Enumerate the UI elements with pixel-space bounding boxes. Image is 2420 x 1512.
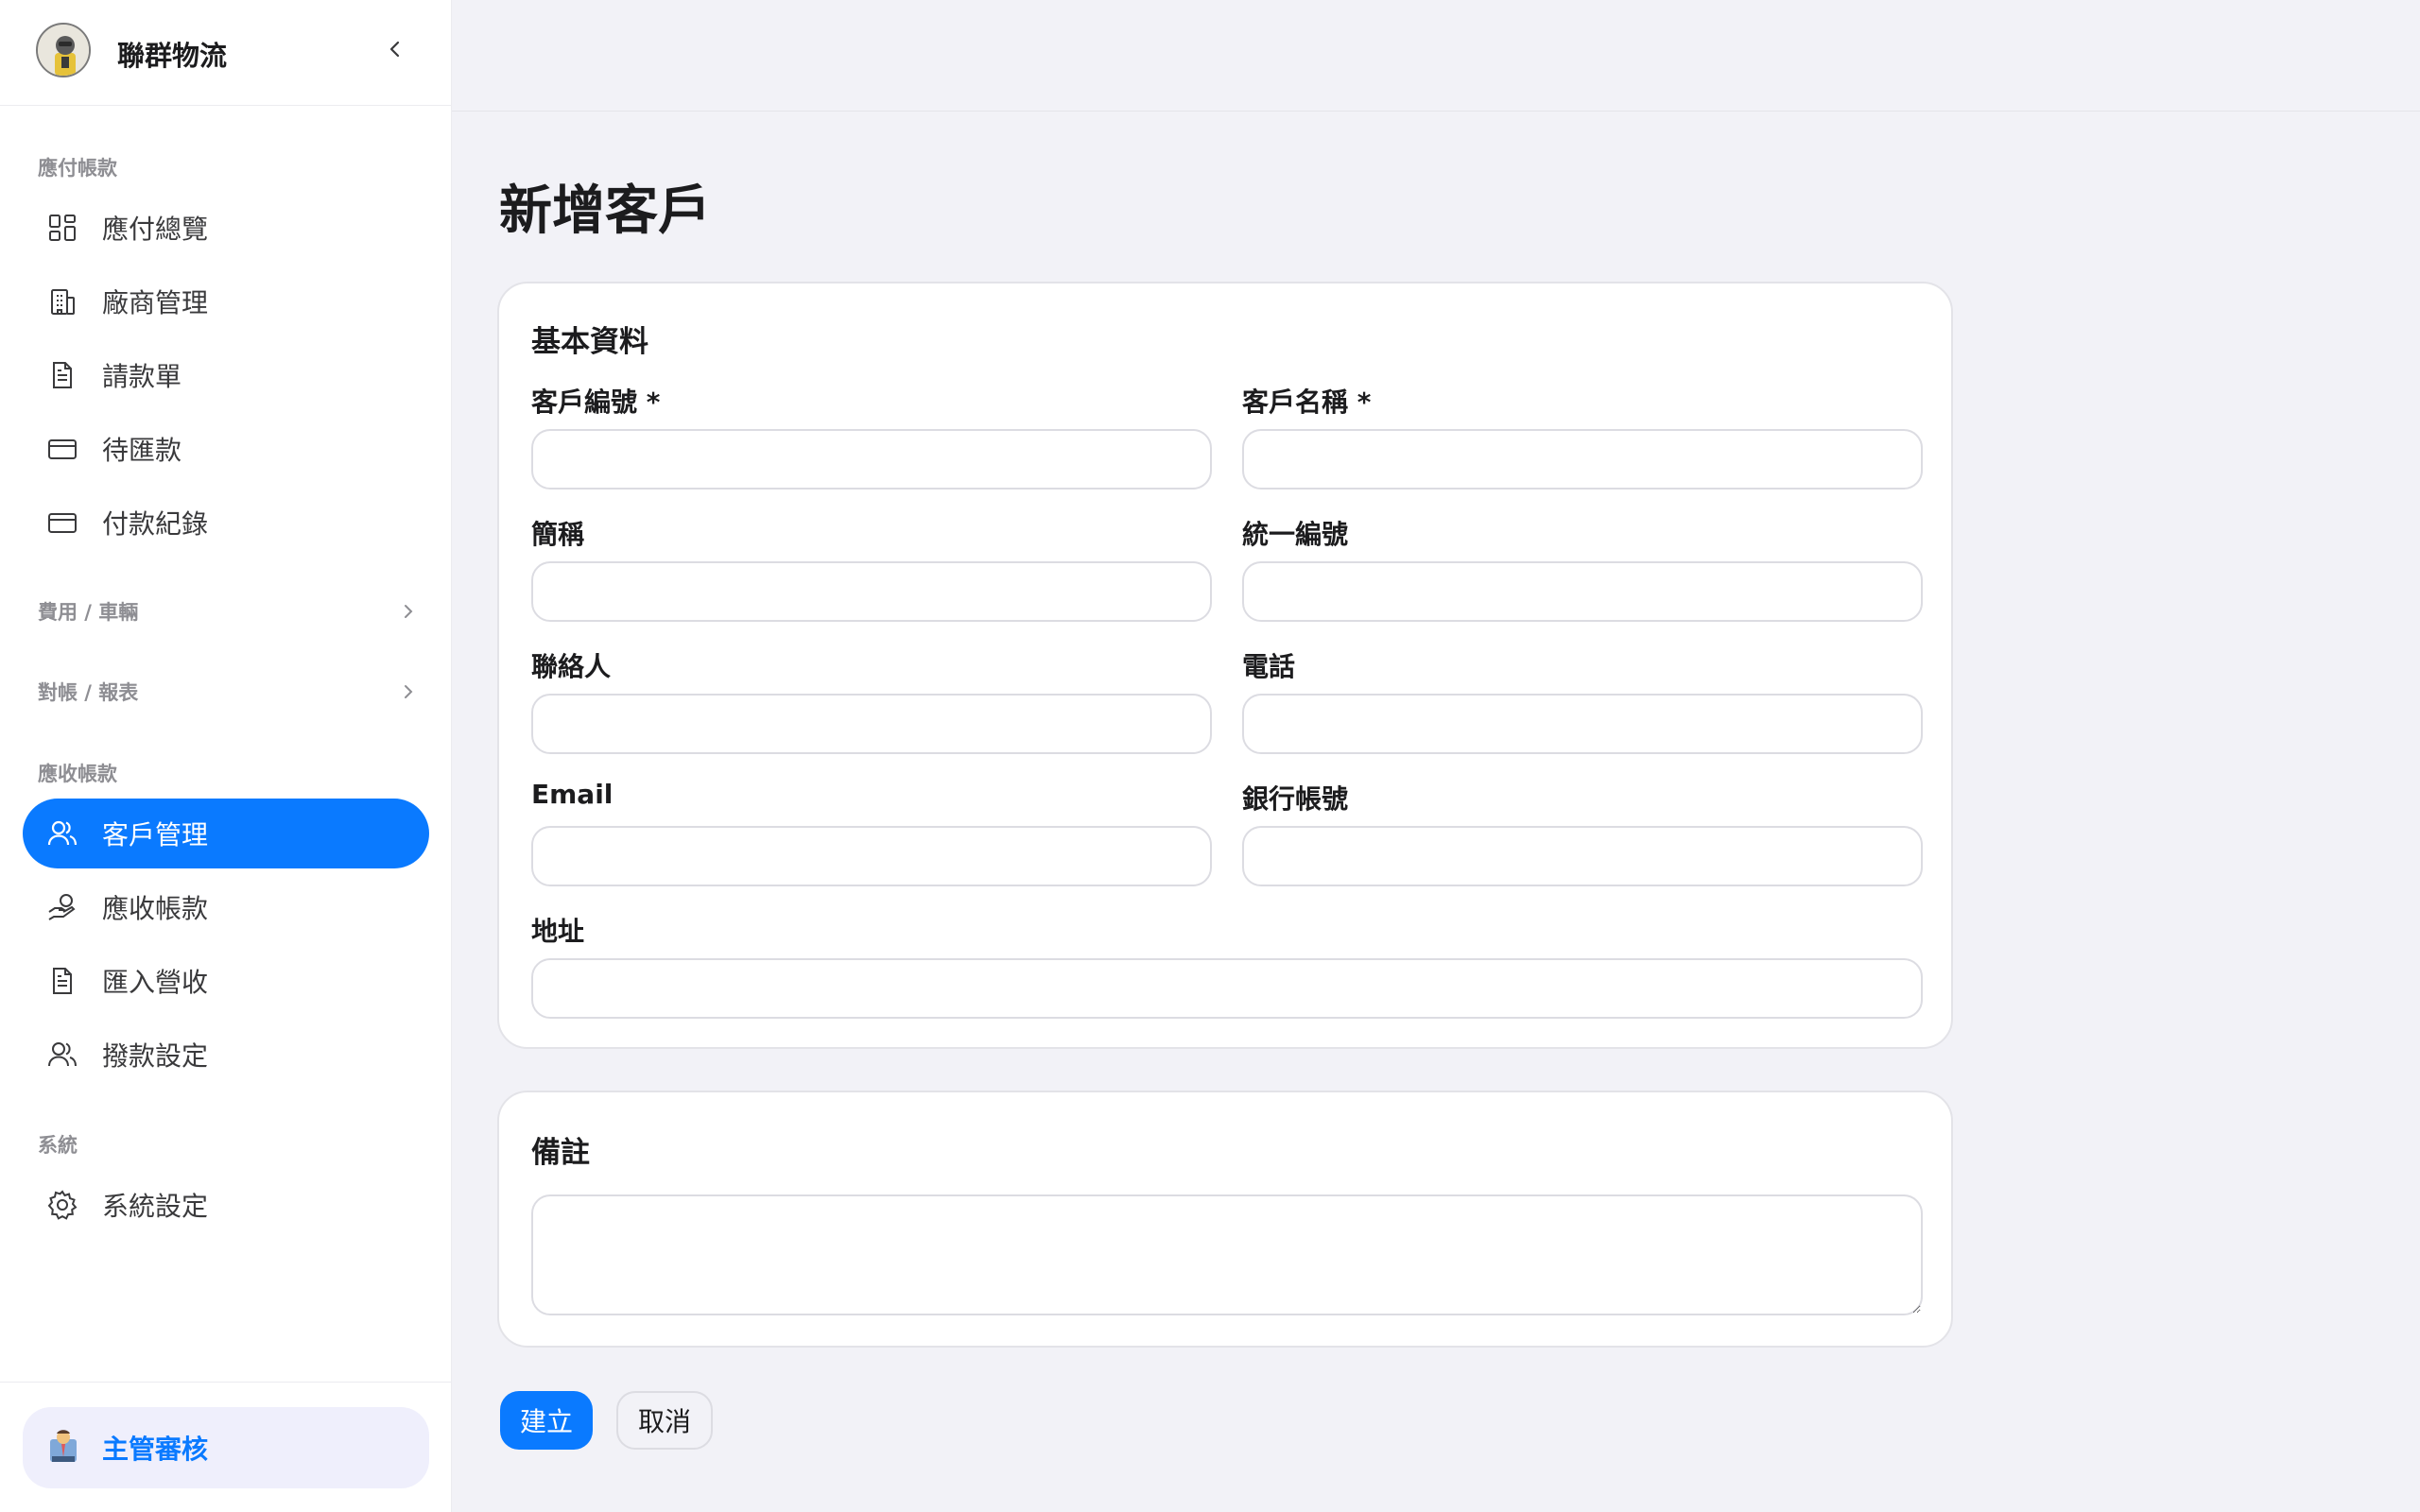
- collapse-sidebar-button[interactable]: [380, 34, 410, 64]
- sidebar-item-payable-overview[interactable]: 應付總覽: [23, 193, 429, 263]
- sidebar-item-label: 應收帳款: [102, 893, 209, 924]
- tax-id-input[interactable]: [1242, 561, 1923, 622]
- customer-code-input[interactable]: [531, 429, 1212, 490]
- chevron-right-icon: [405, 685, 413, 698]
- create-button[interactable]: 建立: [500, 1391, 593, 1450]
- building-icon: [45, 284, 79, 318]
- brand-header: 聯群物流: [0, 0, 452, 106]
- phone-input[interactable]: [1242, 694, 1923, 754]
- document-icon: [45, 964, 79, 998]
- sidebar-item-payment-records[interactable]: 付款紀錄: [23, 488, 429, 558]
- sidebar-item-label: 匯入營收: [102, 967, 209, 998]
- cancel-button[interactable]: 取消: [616, 1391, 713, 1450]
- chevron-right-icon: [405, 605, 413, 618]
- address-input[interactable]: [531, 958, 1923, 1019]
- sidebar-item-pending-remittance[interactable]: 待匯款: [23, 414, 429, 484]
- card-icon: [45, 432, 79, 466]
- notes-card: 備註: [497, 1091, 1953, 1348]
- brand-logo: [36, 23, 91, 77]
- user-role-label: 主管審核: [102, 1434, 209, 1465]
- users-icon: [45, 1038, 79, 1072]
- sidebar-item-system-settings[interactable]: 系統設定: [23, 1170, 429, 1240]
- email-label: Email: [531, 779, 614, 810]
- bank-account-input[interactable]: [1242, 826, 1923, 886]
- phone-label: 電話: [1242, 651, 1296, 682]
- contact-label: 聯絡人: [531, 651, 612, 682]
- sidebar-item-label: 請款單: [102, 361, 182, 392]
- section-label-receivable: 應收帳款: [38, 763, 117, 785]
- page-title: 新增客戶: [499, 180, 711, 242]
- email-input[interactable]: [531, 826, 1212, 886]
- group-toggle-expense[interactable]: 費用 / 車輛: [38, 593, 416, 630]
- section-label-payable: 應付帳款: [38, 157, 117, 180]
- sidebar-item-label: 待匯款: [102, 435, 182, 466]
- short-name-input[interactable]: [531, 561, 1212, 622]
- notes-textarea[interactable]: [531, 1194, 1923, 1315]
- sidebar-item-invoices[interactable]: 請款單: [23, 340, 429, 410]
- top-bar: [452, 0, 2420, 112]
- customer-name-input[interactable]: [1242, 429, 1923, 490]
- manager-avatar-icon: [45, 1428, 81, 1468]
- tax-id-label: 統一編號: [1242, 519, 1349, 550]
- sidebar-item-disbursement-settings[interactable]: 撥款設定: [23, 1020, 429, 1090]
- sidebar: 聯群物流 應付帳款 應付總覽 廠商管理 請款單 待匯款 付款紀錄 費用 / 車輛…: [0, 0, 452, 1512]
- sidebar-item-vendors[interactable]: 廠商管理: [23, 266, 429, 336]
- basic-info-title: 基本資料: [531, 325, 648, 359]
- group-label-expense: 費用 / 車輛: [38, 601, 139, 624]
- group-label-reconcile: 對帳 / 報表: [38, 681, 139, 704]
- grid-icon: [45, 211, 79, 245]
- address-label: 地址: [531, 916, 585, 947]
- sidebar-item-label: 應付總覽: [102, 214, 209, 245]
- sidebar-item-import-revenue[interactable]: 匯入營收: [23, 946, 429, 1016]
- sidebar-item-label: 廠商管理: [102, 287, 209, 318]
- basic-info-card: 基本資料 客戶編號 * 客戶名稱 * 簡稱 統一編號 聯絡人 電話 Email …: [497, 282, 1953, 1049]
- sidebar-item-customers[interactable]: 客戶管理: [23, 799, 429, 868]
- document-icon: [45, 358, 79, 392]
- hand-coin-icon: [45, 890, 79, 924]
- bank-account-label: 銀行帳號: [1242, 783, 1349, 815]
- sidebar-item-label: 客戶管理: [102, 819, 209, 850]
- group-toggle-reconcile[interactable]: 對帳 / 報表: [38, 673, 416, 711]
- notes-title: 備註: [531, 1136, 590, 1170]
- customer-name-label: 客戶名稱 *: [1242, 387, 1372, 418]
- user-role-card[interactable]: 主管審核: [23, 1407, 429, 1488]
- section-label-system: 系統: [38, 1134, 78, 1157]
- contact-input[interactable]: [531, 694, 1212, 754]
- chevron-left-icon: [389, 41, 400, 58]
- brand-name: 聯群物流: [117, 40, 228, 72]
- users-icon: [45, 816, 79, 850]
- gear-icon: [45, 1188, 79, 1222]
- sidebar-item-receivables[interactable]: 應收帳款: [23, 872, 429, 942]
- sidebar-item-label: 付款紀錄: [102, 508, 209, 540]
- customer-code-label: 客戶編號 *: [531, 387, 661, 418]
- sidebar-item-label: 系統設定: [102, 1191, 209, 1222]
- short-name-label: 簡稱: [531, 519, 585, 550]
- sidebar-item-label: 撥款設定: [102, 1040, 209, 1072]
- sidebar-footer: 主管審核: [0, 1382, 452, 1512]
- card-icon: [45, 506, 79, 540]
